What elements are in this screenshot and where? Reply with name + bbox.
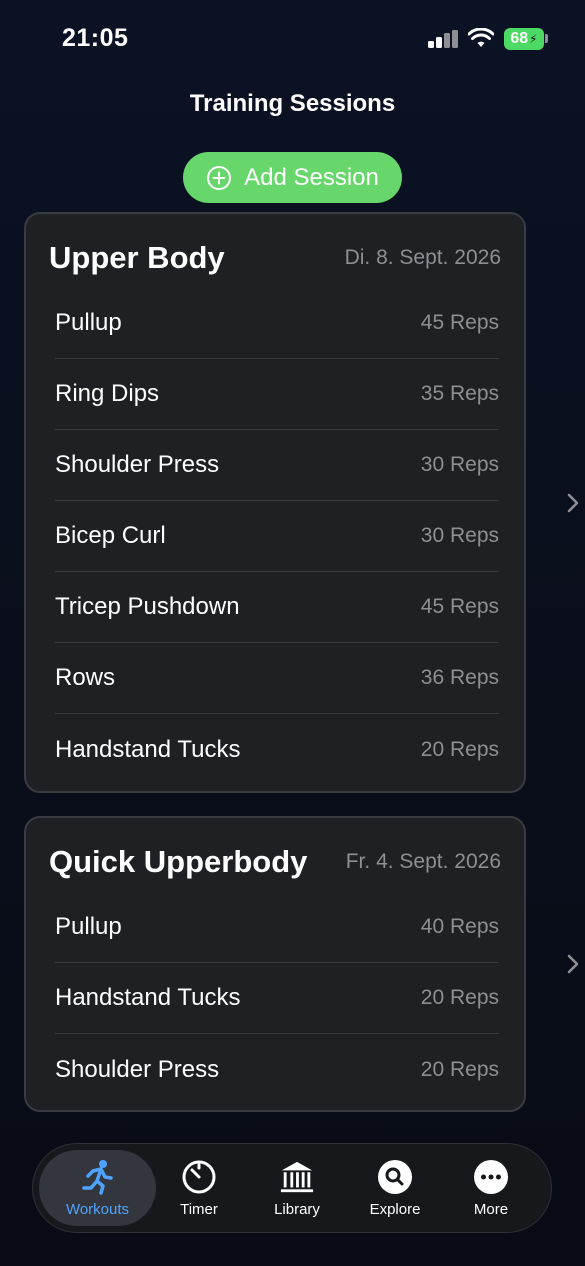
tab-label: Workouts <box>65 1200 130 1218</box>
add-session-button[interactable]: Add Session <box>183 152 402 203</box>
cellular-signal-icon <box>428 30 460 48</box>
more-dots-icon <box>473 1159 509 1195</box>
exercise-reps: 36 Reps <box>420 666 499 689</box>
tab-more[interactable]: More <box>459 1150 523 1226</box>
plus-circle-icon <box>207 165 232 190</box>
exercise-name: Rows <box>55 664 116 691</box>
exercise-reps: 30 Reps <box>420 453 499 476</box>
battery-level: 68 <box>510 30 529 47</box>
exercise-reps: 30 Reps <box>420 524 499 547</box>
chevron-right-icon[interactable] <box>566 492 580 514</box>
tab-bar: Workouts Timer Library Explore More <box>32 1143 552 1233</box>
exercise-name: Ring Dips <box>55 380 160 407</box>
exercise-reps: 40 Reps <box>420 915 499 938</box>
session-title: Quick Upperbody <box>49 844 308 879</box>
session-card-upper-body[interactable]: Upper Body Di. 8. Sept. 2026 Pullup 45 R… <box>24 212 526 793</box>
timer-icon <box>181 1159 217 1195</box>
exercise-name: Pullup <box>55 309 122 336</box>
status-time: 21:05 <box>62 24 129 52</box>
exercise-row[interactable]: Pullup 45 Reps <box>55 288 499 359</box>
battery-tip <box>545 34 548 43</box>
exercise-list: Pullup 40 Reps Handstand Tucks 20 Reps S… <box>55 892 499 1105</box>
exercise-row[interactable]: Pullup 40 Reps <box>55 892 499 963</box>
chevron-right-icon[interactable] <box>566 953 580 975</box>
tab-label: Library <box>274 1200 320 1218</box>
exercise-name: Tricep Pushdown <box>55 593 240 620</box>
exercise-reps: 45 Reps <box>420 311 499 334</box>
tab-label: More <box>473 1200 509 1218</box>
exercise-row[interactable]: Tricep Pushdown 45 Reps <box>55 572 499 643</box>
exercise-name: Pullup <box>55 913 122 940</box>
exercise-list: Pullup 45 Reps Ring Dips 35 Reps Shoulde… <box>55 288 499 785</box>
exercise-row[interactable]: Shoulder Press 20 Reps <box>55 1034 499 1105</box>
tab-label: Explore <box>369 1200 421 1218</box>
status-bar: 21:05 68 ⚡ <box>0 0 585 80</box>
session-date: Fr. 4. Sept. 2026 <box>345 850 501 873</box>
exercise-name: Handstand Tucks <box>55 984 241 1011</box>
exercise-row[interactable]: Bicep Curl 30 Reps <box>55 501 499 572</box>
add-session-label: Add Session <box>244 163 379 191</box>
exercise-row[interactable]: Ring Dips 35 Reps <box>55 359 499 430</box>
library-building-icon <box>279 1159 315 1195</box>
exercise-row[interactable]: Rows 36 Reps <box>55 643 499 714</box>
tab-timer[interactable]: Timer <box>164 1150 234 1226</box>
exercise-reps: 20 Reps <box>420 986 499 1009</box>
battery-indicator: 68 ⚡ <box>504 28 544 50</box>
tab-library[interactable]: Library <box>259 1150 335 1226</box>
search-icon <box>377 1159 413 1195</box>
exercise-reps: 35 Reps <box>420 382 499 405</box>
session-date: Di. 8. Sept. 2026 <box>344 246 501 269</box>
running-person-icon <box>80 1159 116 1195</box>
charging-bolt-icon: ⚡ <box>529 32 538 46</box>
exercise-row[interactable]: Handstand Tucks 20 Reps <box>55 963 499 1034</box>
exercise-reps: 45 Reps <box>420 595 499 618</box>
exercise-row[interactable]: Handstand Tucks 20 Reps <box>55 714 499 785</box>
tab-explore[interactable]: Explore <box>358 1150 432 1226</box>
tab-workouts[interactable]: Workouts <box>39 1150 156 1226</box>
page-title: Training Sessions <box>189 90 396 117</box>
exercise-reps: 20 Reps <box>420 737 499 761</box>
exercise-name: Handstand Tucks <box>55 735 241 763</box>
exercise-row[interactable]: Shoulder Press 30 Reps <box>55 430 499 501</box>
session-title: Upper Body <box>49 240 225 275</box>
exercise-name: Shoulder Press <box>55 1055 220 1083</box>
exercise-name: Bicep Curl <box>55 522 166 549</box>
wifi-icon <box>468 28 494 47</box>
session-card-quick-upperbody[interactable]: Quick Upperbody Fr. 4. Sept. 2026 Pullup… <box>24 816 526 1112</box>
exercise-name: Shoulder Press <box>55 451 220 478</box>
tab-label: Timer <box>180 1200 218 1218</box>
exercise-reps: 20 Reps <box>420 1057 499 1081</box>
